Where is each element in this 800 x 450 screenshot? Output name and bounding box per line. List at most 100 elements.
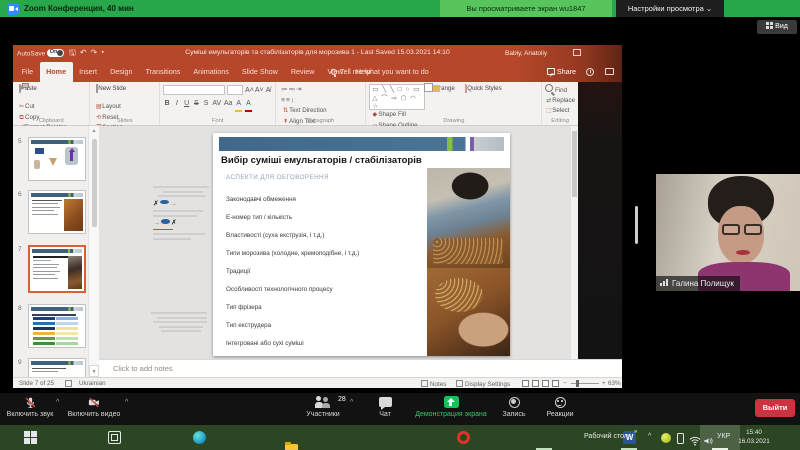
audio-options-chevron[interactable]: ^ xyxy=(56,399,59,406)
hidden-icons-chevron[interactable]: ^ xyxy=(648,433,651,440)
slide-bullet-8: Тип екструдера xyxy=(226,322,271,329)
slide-photo-person xyxy=(427,168,510,268)
scroll-up-icon[interactable]: ▲ xyxy=(89,126,99,136)
scrollbar-thumb[interactable] xyxy=(92,139,97,227)
start-button[interactable] xyxy=(24,431,37,444)
unmute-button[interactable]: Включить звук xyxy=(2,393,58,418)
tab-animations[interactable]: Animations xyxy=(187,62,236,82)
display-settings-button[interactable]: Display Settings xyxy=(456,380,510,388)
paste-button[interactable]: Paste xyxy=(16,84,40,93)
share-screen-button[interactable]: Демонстрация экрана xyxy=(411,393,491,418)
view-options-button[interactable]: Настройки просмотра ⌄ xyxy=(616,0,724,17)
phone-tray-icon[interactable] xyxy=(677,433,684,444)
bold-button[interactable]: B xyxy=(164,97,171,110)
tab-transitions[interactable]: Transitions xyxy=(139,62,187,82)
new-slide-button[interactable]: New Slide xyxy=(93,84,129,93)
text-shadow-button[interactable]: S xyxy=(203,97,210,110)
quick-styles-button[interactable]: Quick Styles xyxy=(462,84,504,93)
zoom-in-button[interactable]: + xyxy=(602,380,606,387)
thumbnail-slide-5[interactable] xyxy=(28,137,86,181)
wifi-icon[interactable] xyxy=(689,433,701,450)
italic-button[interactable]: I xyxy=(173,97,180,110)
volume-icon[interactable] xyxy=(703,433,714,450)
replace-button[interactable]: ⇄Replace xyxy=(545,96,575,107)
thumbnail-slide-8[interactable] xyxy=(28,304,86,348)
thumbnail-slide-6[interactable] xyxy=(28,190,86,234)
indent-icon[interactable]: ⇥ xyxy=(296,86,302,93)
opera-icon[interactable] xyxy=(457,431,470,444)
spellcheck-icon[interactable] xyxy=(65,380,74,388)
start-video-button[interactable]: Включить видео xyxy=(64,393,124,418)
select-button[interactable]: ⬚Select xyxy=(545,106,575,117)
canvas-scrollbar[interactable] xyxy=(571,126,578,359)
thumbnail-slide-9[interactable] xyxy=(28,358,86,377)
strikethrough-button[interactable]: S xyxy=(193,97,200,110)
find-button[interactable]: Find xyxy=(545,84,575,96)
zoom-view-button[interactable]: Вид xyxy=(757,20,797,34)
tab-home[interactable]: Home xyxy=(40,62,73,82)
chevron-down-icon: ⌄ xyxy=(706,4,712,13)
desktop-toolbar-expand-icon[interactable]: » xyxy=(634,429,637,435)
record-button[interactable]: Запись xyxy=(494,393,534,418)
share-button[interactable]: Share xyxy=(547,62,576,82)
language-indicator[interactable]: УКР xyxy=(717,433,730,440)
task-view-icon[interactable] xyxy=(108,431,121,444)
zoom-out-button[interactable]: − xyxy=(563,380,567,387)
font-size-select[interactable] xyxy=(227,85,243,95)
change-case-button[interactable]: Aa xyxy=(224,97,233,110)
line-spacing-icon[interactable]: ↕ xyxy=(291,97,295,104)
notes-toggle[interactable]: Notes xyxy=(421,380,446,388)
grow-font-icon[interactable]: A˄ xyxy=(245,84,254,97)
tab-insert[interactable]: Insert xyxy=(73,62,104,82)
current-slide[interactable]: Вибір суміші емульгаторів / стабілізатор… xyxy=(213,133,510,356)
desktop-toolbar-label[interactable]: Рабочий стол xyxy=(584,433,628,440)
ribbon-options-icon[interactable] xyxy=(573,49,581,56)
tab-file[interactable]: File xyxy=(15,62,40,82)
language-indicator[interactable]: Ukrainian xyxy=(79,380,106,387)
underline-button[interactable]: U xyxy=(183,97,190,110)
antivirus-tray-icon[interactable] xyxy=(661,433,671,443)
align-buttons[interactable]: ≡≡↕ xyxy=(281,95,302,106)
zoom-shared-screen: Zoom Конференция, 40 мин Вы просматривае… xyxy=(0,0,800,450)
leave-meeting-button[interactable]: Выйти xyxy=(755,399,795,417)
highlight-color-button[interactable]: A xyxy=(235,97,242,112)
video-panel-handle[interactable] xyxy=(635,206,638,244)
taskbar-clock[interactable]: 15:40 16.03.2021 xyxy=(732,429,776,446)
zoom-slider[interactable] xyxy=(571,383,599,384)
notes-placeholder[interactable]: Click to add notes xyxy=(113,360,173,378)
edge-icon[interactable] xyxy=(193,431,206,444)
font-color-button[interactable]: A xyxy=(245,97,252,112)
tell-me-box[interactable]: Tell me what you want to do xyxy=(331,62,429,82)
thumbnail-scrollbar[interactable]: ▲ ▼ xyxy=(88,126,99,377)
shrink-font-icon[interactable]: A˅ xyxy=(255,84,264,97)
comments-icon[interactable] xyxy=(605,68,614,75)
arrange-button[interactable]: Arrange xyxy=(430,84,458,93)
scroll-down-icon[interactable]: ▼ xyxy=(89,365,99,377)
layout-button[interactable]: ▤Layout xyxy=(95,102,123,113)
list-buttons[interactable]: ≔≕⇥ xyxy=(281,84,302,95)
notes-pane[interactable]: Click to add notes xyxy=(99,359,622,377)
view-switcher[interactable] xyxy=(519,380,559,389)
thumbnail-slide-7-selected[interactable] xyxy=(28,245,86,293)
participant-video-tile[interactable]: Галина Полищук xyxy=(656,174,800,291)
shapes-gallery[interactable]: ▭ ╲ ╲ □ ○ ▭ △ ⌒ ⇨ ⬠ ◠ ☆ 〔 〕 ☆ ◇ xyxy=(369,84,425,110)
char-spacing-button[interactable]: AV xyxy=(212,97,221,110)
tab-review[interactable]: Review xyxy=(284,62,321,82)
chat-button[interactable]: Чат xyxy=(365,393,405,418)
participants-chevron[interactable]: ^ xyxy=(350,399,353,406)
tab-slideshow[interactable]: Slide Show xyxy=(235,62,284,82)
zoom-slider-knob[interactable] xyxy=(576,380,579,387)
text-direction-button[interactable]: ⇅Text Direction xyxy=(282,106,344,117)
history-icon[interactable] xyxy=(586,68,594,76)
slide-photo-hand-grains xyxy=(427,268,510,356)
video-options-chevron[interactable]: ^ xyxy=(125,399,128,406)
zoom-level[interactable]: 63% xyxy=(608,380,621,387)
reactions-button[interactable]: Реакции xyxy=(538,393,582,418)
tab-design[interactable]: Design xyxy=(104,62,139,82)
font-name-select[interactable] xyxy=(163,85,225,95)
cut-button[interactable]: ✂Cut xyxy=(18,102,66,113)
file-explorer-icon[interactable] xyxy=(285,444,298,450)
clear-format-icon[interactable]: A̸ xyxy=(265,84,272,97)
zoom-control-toolbar: Включить звук ^ Включить видео ^ Участни… xyxy=(0,393,800,425)
bullets-icon[interactable]: ≔ xyxy=(281,86,289,93)
